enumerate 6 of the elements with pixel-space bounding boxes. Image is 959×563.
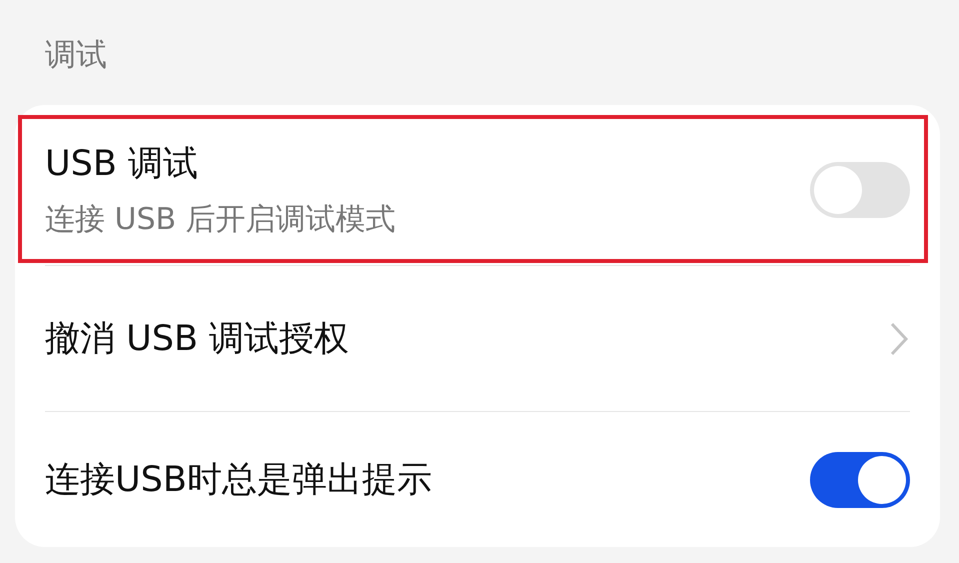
chevron-right-icon bbox=[888, 320, 910, 356]
section-title: 调试 bbox=[44, 36, 108, 75]
row-subtitle: 连接 USB 后开启调试模式 bbox=[45, 201, 396, 239]
row-title: 连接USB时总是弹出提示 bbox=[45, 459, 432, 502]
row-title: USB 调试 bbox=[45, 143, 199, 186]
row-title: 撤消 USB 调试授权 bbox=[45, 318, 350, 361]
